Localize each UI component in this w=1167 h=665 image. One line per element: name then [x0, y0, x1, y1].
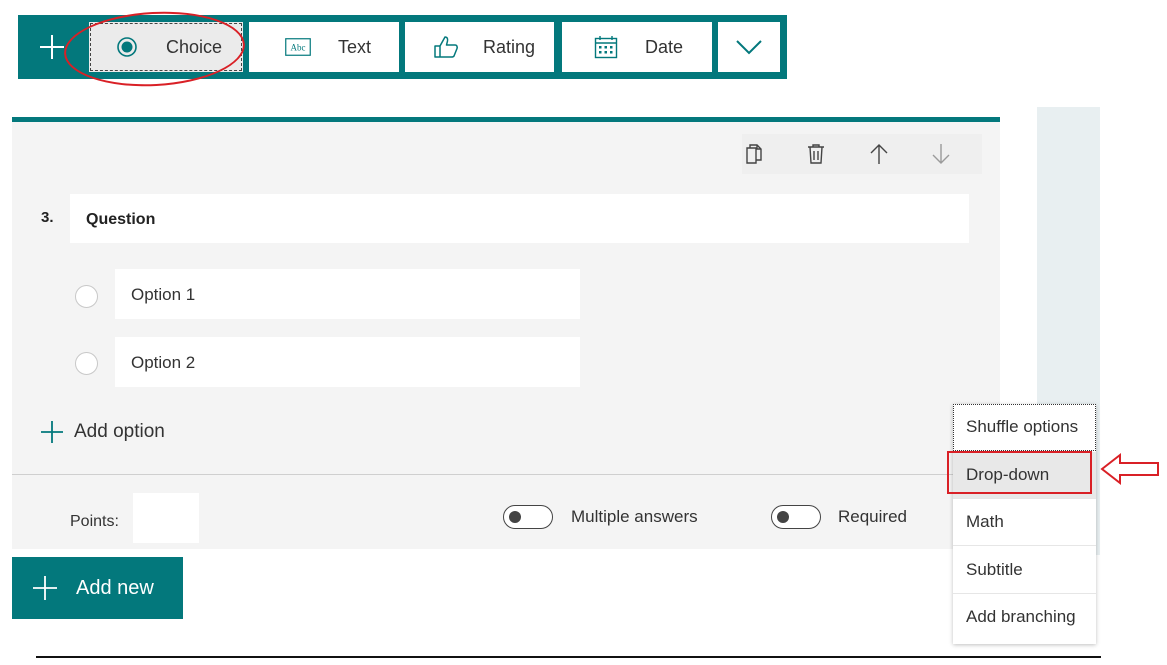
menu-item-drop-down[interactable]: Drop-down — [953, 452, 1096, 499]
calendar-icon — [594, 35, 618, 59]
choice-label: Choice — [166, 36, 223, 57]
move-up-icon[interactable] — [867, 142, 891, 166]
multiple-answers-toggle[interactable] — [503, 505, 553, 529]
menu-item-math[interactable]: Math — [953, 499, 1096, 546]
date-label: Date — [645, 36, 684, 57]
date-type-button[interactable]: Date — [562, 22, 712, 72]
add-question-button[interactable] — [18, 15, 85, 79]
add-option-button[interactable]: Add option — [40, 420, 165, 444]
plus-icon — [39, 35, 64, 59]
menu-item-add-branching[interactable]: Add branching — [953, 594, 1096, 641]
toggle-knob — [777, 511, 789, 523]
question-type-toolbar: Choice Abc Text Rating Date — [18, 15, 787, 79]
move-down-icon[interactable] — [929, 142, 953, 166]
annotation-arrow-icon — [1100, 452, 1159, 486]
text-label: Text — [338, 36, 372, 57]
question-card: 3. Question Option 1 Option 2 Add option… — [12, 117, 1000, 549]
question-title-input[interactable]: Question — [70, 194, 969, 243]
abc-text-icon: Abc — [285, 38, 311, 56]
option-2-radio[interactable] — [75, 352, 98, 375]
more-types-button[interactable] — [718, 22, 780, 72]
add-new-button[interactable]: Add new — [12, 557, 183, 619]
question-footer: Points: Multiple answers Required — [12, 475, 1000, 549]
points-input[interactable] — [133, 493, 199, 543]
menu-item-subtitle[interactable]: Subtitle — [953, 547, 1096, 594]
option-1-input[interactable]: Option 1 — [115, 269, 580, 319]
toggle-knob — [509, 511, 521, 523]
text-type-button[interactable]: Abc Text — [249, 22, 399, 72]
bottom-rule — [36, 656, 1101, 658]
points-label: Points: — [70, 513, 119, 530]
question-number: 3. — [41, 209, 54, 226]
svg-text:Abc: Abc — [291, 43, 306, 53]
copy-icon[interactable] — [742, 142, 766, 166]
rating-label: Rating — [483, 36, 536, 57]
add-new-label: Add new — [76, 576, 154, 599]
option-2-input[interactable]: Option 2 — [115, 337, 580, 387]
multiple-answers-label: Multiple answers — [571, 507, 698, 526]
radio-filled-icon — [116, 36, 138, 58]
required-toggle[interactable] — [771, 505, 821, 529]
required-label: Required — [838, 507, 907, 526]
thumbs-up-icon — [433, 35, 459, 59]
question-actions — [742, 134, 982, 174]
rating-type-button[interactable]: Rating — [405, 22, 554, 72]
option-1-radio[interactable] — [75, 285, 98, 308]
chevron-down-icon — [736, 40, 762, 55]
delete-icon[interactable] — [804, 142, 828, 166]
plus-icon — [32, 575, 58, 601]
choice-type-button[interactable]: Choice — [89, 22, 243, 72]
menu-item-shuffle-options[interactable]: Shuffle options — [953, 404, 1096, 451]
plus-icon — [40, 420, 64, 444]
add-option-label: Add option — [74, 421, 165, 442]
question-settings-menu: Shuffle options Drop-down Math Subtitle … — [953, 404, 1096, 644]
